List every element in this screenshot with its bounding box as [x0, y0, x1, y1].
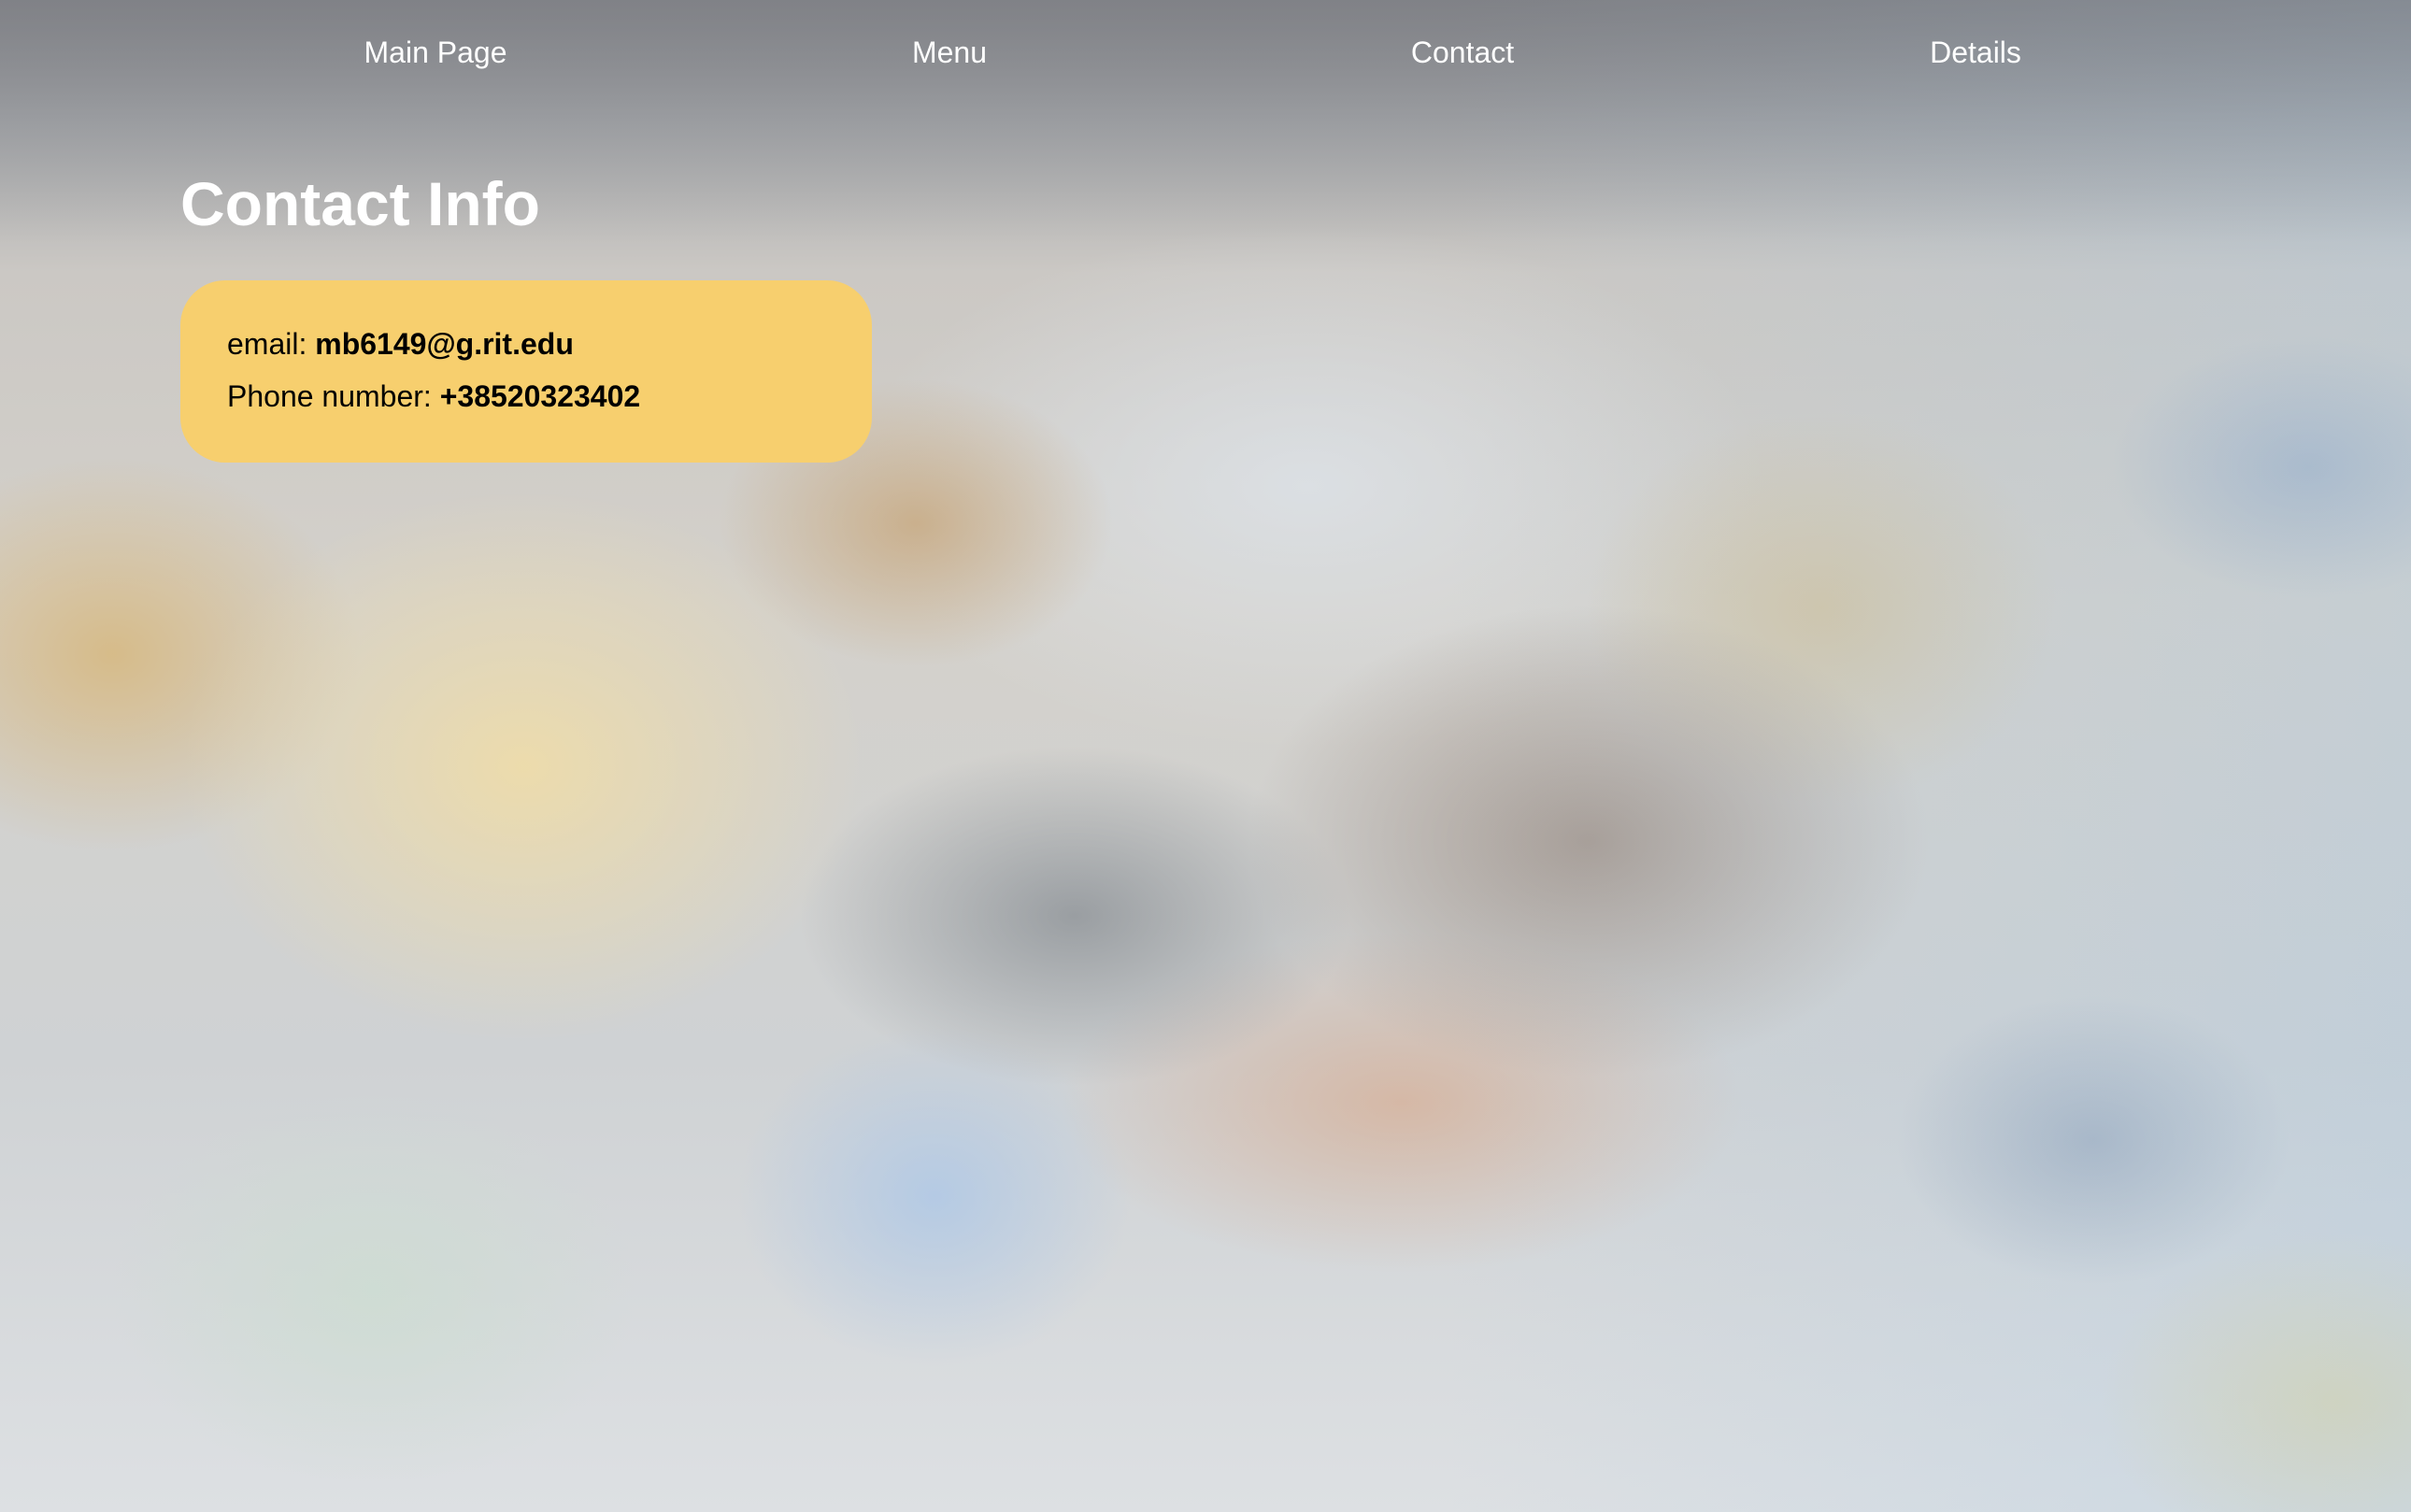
nav-item-main-page[interactable]: Main Page — [364, 34, 507, 71]
email-label: email: — [227, 327, 307, 361]
email-row: email: mb6149@g.rit.edu — [227, 325, 825, 363]
nav-item-contact[interactable]: Contact — [1411, 34, 1514, 71]
top-navigation: Main Page Menu Contact Details — [0, 0, 2411, 107]
nav-item-menu[interactable]: Menu — [912, 34, 987, 71]
phone-row: Phone number: +38520323402 — [227, 378, 825, 415]
page-title: Contact Info — [180, 169, 540, 238]
contact-card: email: mb6149@g.rit.edu Phone number: +3… — [180, 280, 872, 463]
phone-value: +38520323402 — [439, 379, 641, 413]
nav-item-details[interactable]: Details — [1930, 34, 2021, 71]
email-value: mb6149@g.rit.edu — [315, 327, 574, 361]
phone-label: Phone number: — [227, 379, 432, 413]
